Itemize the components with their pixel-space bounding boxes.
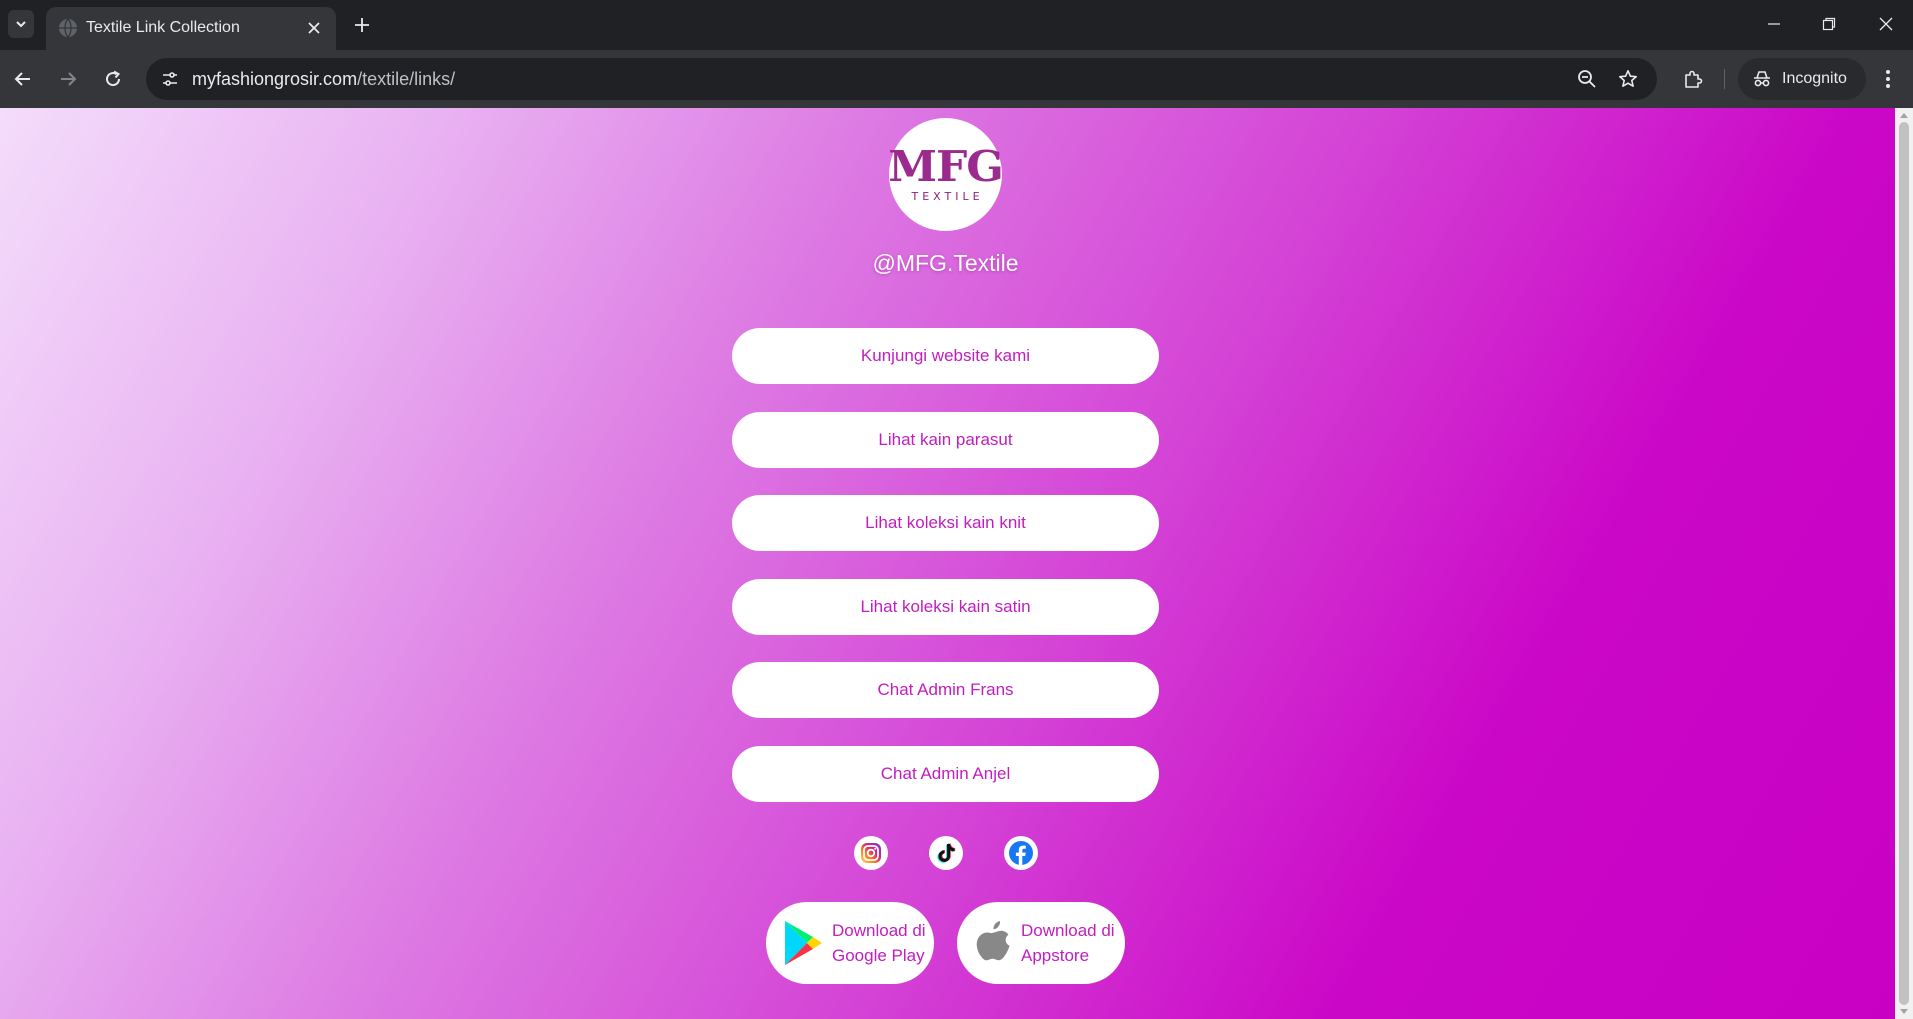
incognito-icon (1754, 71, 1770, 87)
scrollbar-thumb[interactable] (1899, 122, 1909, 1005)
back-button[interactable] (7, 63, 39, 95)
social-links (0, 836, 1891, 870)
tiktok-link[interactable] (928, 836, 963, 870)
restore-icon (1822, 17, 1836, 31)
tab-title: Textile Link Collection (86, 19, 240, 36)
close-tab-button[interactable] (302, 16, 326, 40)
brand-logo: MFG TEXTILE (888, 118, 1004, 231)
kebab-menu-icon (1886, 70, 1890, 88)
google-play-icon (785, 921, 822, 965)
scroll-down-button[interactable] (1899, 1007, 1909, 1017)
url-host: myfashiongrosir.com (192, 69, 358, 89)
tune-icon (163, 72, 177, 86)
chevron-down-icon (16, 21, 26, 28)
new-tab-button[interactable] (348, 11, 376, 39)
address-bar[interactable]: myfashiongrosir.com/textile/links/ (146, 58, 1657, 100)
url-path: /textile/links/ (357, 69, 456, 89)
extensions-button[interactable] (1677, 63, 1709, 95)
appstore-text: Download di Appstore (1021, 918, 1115, 968)
browser-menu-button[interactable] (1874, 63, 1902, 95)
page-viewport: MFG TEXTILE @MFG.Textile Kunjungi websit… (0, 108, 1913, 1019)
scroll-up-button[interactable] (1899, 110, 1909, 120)
plus-icon (355, 18, 369, 32)
forward-button[interactable] (52, 63, 84, 95)
star-icon (1619, 70, 1637, 87)
appstore-line1: Download di (1021, 921, 1115, 940)
minimize-icon (1768, 23, 1780, 25)
profile-handle: @MFG.Textile (872, 250, 1019, 276)
google-play-button[interactable]: Download di Google Play (766, 902, 934, 984)
link-button-website[interactable]: Kunjungi website kami (732, 328, 1159, 384)
arrow-right-icon (61, 72, 77, 86)
google-play-line1: Download di (832, 921, 926, 940)
site-info-button[interactable] (156, 65, 184, 93)
instagram-icon (860, 843, 881, 863)
link-button-chat-anjel[interactable]: Chat Admin Anjel (732, 745, 1159, 802)
logo-subtitle: TEXTILE (911, 190, 984, 203)
appstore-line2: Appstore (1021, 946, 1090, 965)
bookmark-button[interactable] (1614, 65, 1642, 93)
reload-button[interactable] (97, 63, 129, 95)
apple-icon (976, 921, 1010, 961)
arrow-left-icon (14, 72, 30, 86)
link-button-kain-satin[interactable]: Lihat koleksi kain satin (732, 578, 1159, 635)
reload-icon (106, 70, 121, 87)
browser-toolbar: myfashiongrosir.com/textile/links/ Incog… (0, 50, 1913, 108)
appstore-button[interactable]: Download di Appstore (957, 902, 1125, 984)
tiktok-icon (936, 843, 955, 863)
globe-icon (59, 18, 77, 38)
toolbar-divider (1724, 69, 1725, 89)
zoom-out-icon (1578, 70, 1596, 88)
link-list: Kunjungi website kami Lihat kain parasut… (732, 328, 1159, 829)
vertical-scrollbar[interactable] (1895, 108, 1913, 1019)
facebook-link[interactable] (1003, 836, 1038, 870)
tab-strip: Textile Link Collection (0, 0, 1913, 50)
puzzle-icon (1685, 70, 1703, 88)
zoom-button[interactable] (1573, 65, 1601, 93)
incognito-label: Incognito (1782, 70, 1847, 87)
google-play-text: Download di Google Play (832, 918, 926, 968)
browser-tab[interactable]: Textile Link Collection (46, 7, 336, 50)
close-icon (1879, 17, 1893, 31)
minimize-button[interactable] (1754, 8, 1794, 40)
close-icon (308, 22, 320, 34)
link-button-kain-parasut[interactable]: Lihat kain parasut (732, 411, 1159, 468)
caret-down-icon (1900, 1009, 1908, 1014)
close-window-button[interactable] (1866, 8, 1906, 40)
link-button-chat-frans[interactable]: Chat Admin Frans (732, 662, 1159, 718)
tab-search-button[interactable] (8, 10, 34, 38)
facebook-icon (1008, 841, 1033, 865)
logo-mark: MFG (888, 142, 1004, 191)
instagram-link[interactable] (853, 836, 888, 870)
app-store-links: Download di Google Play Download di Apps… (0, 902, 1891, 984)
link-page: MFG TEXTILE @MFG.Textile Kunjungi websit… (0, 108, 1895, 1019)
restore-button[interactable] (1809, 8, 1849, 40)
incognito-indicator[interactable]: Incognito (1738, 58, 1866, 100)
caret-up-icon (1900, 113, 1908, 118)
url-text: myfashiongrosir.com/textile/links/ (192, 69, 455, 90)
google-play-line2: Google Play (832, 946, 925, 965)
link-button-kain-knit[interactable]: Lihat koleksi kain knit (732, 495, 1159, 551)
